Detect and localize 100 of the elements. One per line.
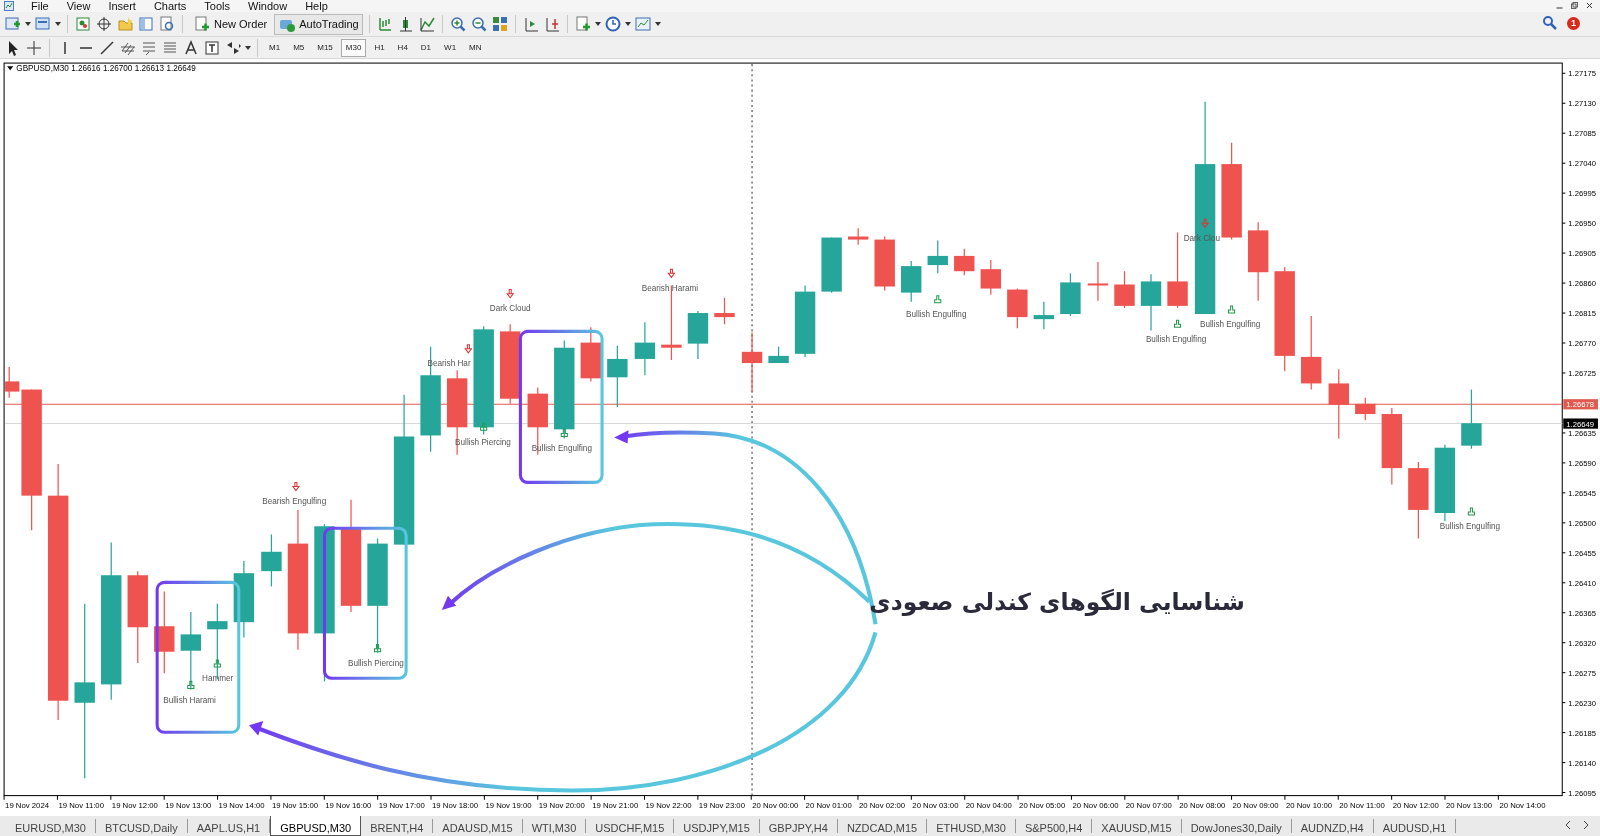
app-icon: [4, 1, 14, 11]
chart-tab[interactable]: EURUSD,M30: [6, 819, 96, 833]
zoom-in-icon[interactable]: [448, 15, 467, 33]
zoom-out-icon[interactable]: [469, 15, 488, 33]
candle: [741, 331, 763, 394]
candle: [1033, 301, 1055, 330]
candle: [1114, 270, 1135, 309]
timeframe-button[interactable]: M30: [340, 38, 367, 57]
menu-item[interactable]: File: [22, 0, 58, 12]
candle: [580, 326, 601, 382]
chart-tab[interactable]: XAUUSD,M15: [1092, 819, 1182, 833]
caret-icon[interactable]: [7, 66, 14, 71]
pattern-label: Bullish Harami: [163, 695, 216, 705]
arrow-up-icon: [1467, 507, 1475, 516]
candle: [821, 236, 842, 294]
arrow-up-icon: [374, 644, 382, 653]
caret-icon[interactable]: [594, 22, 601, 26]
arrow-down-icon: [506, 289, 515, 299]
scroll-right-icon[interactable]: [1582, 820, 1590, 830]
candle: [1355, 397, 1376, 421]
close-icon[interactable]: [1585, 1, 1594, 10]
menu-item[interactable]: Insert: [99, 0, 145, 12]
clock-icon[interactable]: [603, 15, 622, 33]
arrow-up-icon: [934, 295, 942, 304]
chart-tab[interactable]: AUDNZD,H4: [1291, 819, 1374, 833]
timeframe-button[interactable]: H4: [392, 38, 413, 57]
chart-tab[interactable]: S&P500,H4: [1015, 819, 1093, 833]
timeframe-button[interactable]: M15: [312, 38, 338, 57]
tile-windows-icon[interactable]: [490, 15, 509, 33]
menu-item[interactable]: View: [57, 0, 100, 12]
candle: [687, 310, 709, 360]
candle: [1140, 273, 1162, 331]
trendline-icon[interactable]: [98, 38, 116, 57]
chart-tab[interactable]: ETHUSD,M30: [927, 819, 1016, 833]
menu-item[interactable]: Window: [239, 0, 297, 12]
chart-title: GBPUSD,M30 1.26616 1.26700 1.26613 1.26649: [16, 64, 196, 74]
text-label-icon[interactable]: [203, 38, 221, 57]
arrow-down-icon: [464, 344, 473, 354]
notification-badge[interactable]: 1: [1567, 16, 1580, 30]
candle: [607, 345, 628, 408]
chart-tab[interactable]: GBPJPY,H4: [759, 819, 838, 833]
candle: [768, 346, 789, 364]
candle: [927, 240, 948, 274]
restore-icon[interactable]: [1570, 1, 1579, 10]
chart-tab[interactable]: ADAUSD,M15: [433, 819, 523, 833]
pattern-label: Bearish Harami: [641, 283, 699, 293]
toolbar-button[interactable]: New Order: [189, 13, 272, 35]
candle: [874, 235, 895, 292]
menu-item[interactable]: Charts: [144, 0, 196, 12]
chart-tab[interactable]: WTI,M30: [522, 819, 587, 833]
arrow-down-icon: [667, 268, 676, 279]
toolbar-button[interactable]: AutoTrading: [274, 13, 363, 35]
chart-tab[interactable]: USDJPY,M15: [674, 819, 760, 833]
timeframe-button[interactable]: MN: [464, 38, 487, 57]
pattern-label: Bullish Piercing: [347, 659, 404, 669]
chart-tab[interactable]: GBPUSD,M30: [270, 816, 362, 836]
timeframe-button[interactable]: D1: [415, 38, 437, 57]
chart-tab[interactable]: BTCUSD,Daily: [95, 819, 188, 833]
line-chart-icon[interactable]: [417, 15, 436, 33]
timeframe-button[interactable]: H1: [369, 38, 390, 57]
candle: [1007, 287, 1028, 329]
candle: [954, 248, 975, 276]
candle: [1060, 272, 1081, 317]
candle: [980, 259, 1001, 296]
candle: [1461, 388, 1482, 450]
arrow-up-icon: [1228, 305, 1236, 314]
caret-icon[interactable]: [55, 22, 61, 26]
caret-icon[interactable]: [245, 45, 251, 50]
arrow-down-icon: [291, 481, 300, 492]
caret-icon[interactable]: [25, 22, 31, 26]
caret-icon[interactable]: [654, 22, 661, 26]
scroll-left-icon[interactable]: [1564, 820, 1572, 830]
search-icon[interactable]: [1541, 14, 1559, 32]
candle: [634, 321, 656, 376]
chart-tab[interactable]: BRENT,H4: [361, 819, 434, 833]
pattern-label: Hammer: [202, 674, 234, 684]
chart-tab[interactable]: USDCHF,M15: [586, 819, 675, 833]
order-icon: [193, 15, 211, 33]
text-icon[interactable]: [182, 38, 200, 57]
candle: [847, 227, 869, 246]
candle: [1328, 368, 1349, 440]
arrow-up-icon: [213, 659, 221, 668]
timeframe-button[interactable]: M1: [264, 38, 286, 57]
chart-tab[interactable]: AUDUSD,H1: [1373, 819, 1457, 833]
arrow-up-icon: [560, 428, 568, 437]
candle: [901, 260, 922, 303]
chart-tab[interactable]: DowJones30,Daily: [1181, 819, 1292, 833]
pattern-label: Bullish Engulfing: [1200, 320, 1261, 330]
timeframe-button[interactable]: M5: [288, 38, 310, 57]
caret-icon[interactable]: [624, 22, 631, 26]
menu-item[interactable]: Help: [296, 0, 337, 12]
candle: [261, 533, 282, 588]
timeframe-button[interactable]: W1: [439, 38, 462, 57]
crosshair-icon[interactable]: [95, 15, 113, 33]
candle: [1087, 261, 1109, 302]
menu-item[interactable]: Tools: [195, 0, 239, 12]
pattern-label: Bearish Engulfing: [262, 496, 327, 506]
chart-tab[interactable]: NZDCAD,M15: [837, 819, 928, 833]
arrow-up-icon: [1174, 319, 1182, 328]
pattern-label: Bullish Engulfing: [1145, 334, 1207, 344]
